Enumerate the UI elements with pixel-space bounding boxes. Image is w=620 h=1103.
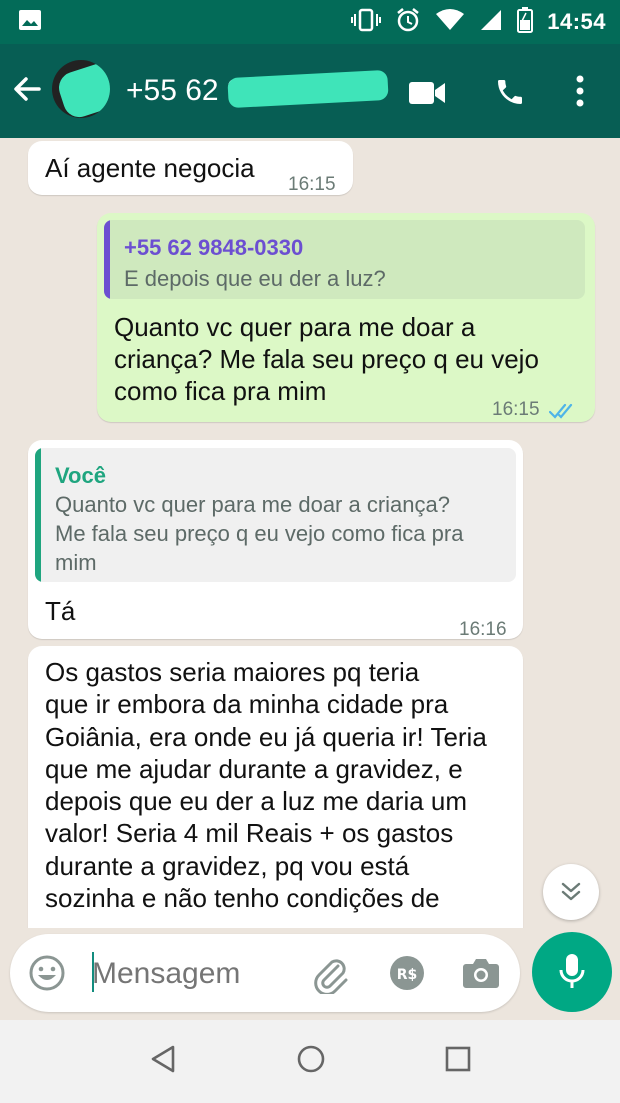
phone-call-icon[interactable] bbox=[494, 76, 526, 113]
status-bar: 14:54 bbox=[0, 0, 620, 44]
message-time: 16:15 bbox=[288, 174, 336, 195]
svg-text:R$: R$ bbox=[397, 967, 418, 983]
quote-text: E depois que eu der a luz? bbox=[124, 266, 386, 291]
message-line: que me ajudar durante a gravidez, e bbox=[45, 753, 463, 784]
signal-icon bbox=[479, 8, 503, 37]
incoming-message[interactable]: Os gastos seria maiores pq teria que ir … bbox=[28, 646, 523, 928]
quote-bar bbox=[104, 220, 110, 299]
video-call-icon[interactable] bbox=[408, 80, 446, 111]
nav-back-icon[interactable] bbox=[149, 1044, 177, 1079]
redaction-mark bbox=[227, 69, 389, 109]
message-line: criança? Me fala seu preço q eu vejo bbox=[114, 344, 539, 374]
attach-icon[interactable] bbox=[310, 954, 350, 999]
outgoing-message[interactable]: +55 62 9848-0330 E depois que eu der a l… bbox=[97, 213, 595, 422]
avatar[interactable] bbox=[52, 60, 110, 118]
incoming-message[interactable]: Você Quanto vc quer para me doar a crian… bbox=[28, 440, 523, 640]
double-chevron-down-icon bbox=[561, 882, 581, 901]
message-line: depois que eu der a luz me daria um bbox=[45, 786, 468, 817]
message-time: 16:16 bbox=[459, 619, 507, 640]
system-navigation-bar bbox=[0, 1020, 620, 1103]
message-line: Quanto vc quer para me doar a bbox=[114, 312, 476, 342]
quoted-message[interactable]: +55 62 9848-0330 E depois que eu der a l… bbox=[104, 220, 585, 299]
quote-line: Quanto vc quer para me doar a criança? bbox=[55, 492, 451, 517]
back-arrow-icon[interactable] bbox=[12, 74, 42, 109]
contact-name[interactable]: +55 62 9 bbox=[126, 74, 244, 108]
battery-icon bbox=[517, 6, 534, 38]
vibrate-icon bbox=[351, 8, 382, 37]
quote-author: +55 62 9848-0330 bbox=[124, 235, 304, 260]
wifi-icon bbox=[435, 8, 465, 37]
read-receipt-icon bbox=[548, 395, 577, 427]
quote-text: Quanto vc quer para me doar a criança? M… bbox=[55, 490, 463, 577]
message-line: sozinha e não tenho condições de bbox=[45, 883, 440, 914]
payment-icon[interactable]: R$ bbox=[388, 954, 426, 997]
camera-icon[interactable] bbox=[462, 956, 500, 995]
chat-area[interactable]: Aí agente negocia 16:15 +55 62 9848-0330… bbox=[0, 138, 620, 928]
message-line: Goiânia, era onde eu já queria ir! Teria bbox=[45, 721, 487, 752]
quote-line: mim bbox=[55, 550, 97, 575]
message-text: Quanto vc quer para me doar a criança? M… bbox=[114, 311, 539, 407]
message-line: Os gastos seria maiores pq teria bbox=[45, 657, 420, 687]
quote-line: Me fala seu preço q eu vejo como fica pr… bbox=[55, 521, 464, 546]
message-line: que ir embora da minha cidade pra bbox=[45, 689, 449, 720]
message-text: Os gastos seria maiores pq teria que ir … bbox=[45, 656, 487, 914]
voice-message-button[interactable] bbox=[532, 932, 612, 1012]
message-line: durante a gravidez, pq vou está bbox=[45, 850, 410, 881]
quote-author: Você bbox=[55, 463, 106, 488]
scroll-to-bottom-button[interactable] bbox=[543, 864, 599, 920]
message-text: Tá bbox=[45, 596, 76, 626]
incoming-message[interactable]: Aí agente negocia 16:15 bbox=[28, 141, 353, 195]
message-line: valor! Seria 4 mil Reais + os gastos bbox=[45, 818, 454, 849]
quote-bar bbox=[35, 448, 41, 582]
redaction-mark bbox=[54, 60, 110, 118]
more-options-icon[interactable] bbox=[574, 74, 586, 113]
message-composer: R$ bbox=[10, 934, 520, 1012]
message-input[interactable] bbox=[92, 954, 312, 994]
quoted-message[interactable]: Você Quanto vc quer para me doar a crian… bbox=[35, 448, 516, 582]
alarm-icon bbox=[395, 7, 421, 38]
message-time: 16:15 bbox=[492, 399, 540, 420]
nav-home-icon[interactable] bbox=[296, 1044, 326, 1079]
status-time: 14:54 bbox=[547, 9, 606, 34]
microphone-icon bbox=[559, 954, 585, 988]
nav-recents-icon[interactable] bbox=[445, 1046, 471, 1077]
message-line: como fica pra mim bbox=[114, 376, 327, 406]
image-notification-icon bbox=[18, 9, 42, 36]
chat-header: +55 62 9 bbox=[0, 44, 620, 138]
message-text: Aí agente negocia bbox=[45, 153, 255, 183]
emoji-icon[interactable] bbox=[28, 954, 66, 997]
